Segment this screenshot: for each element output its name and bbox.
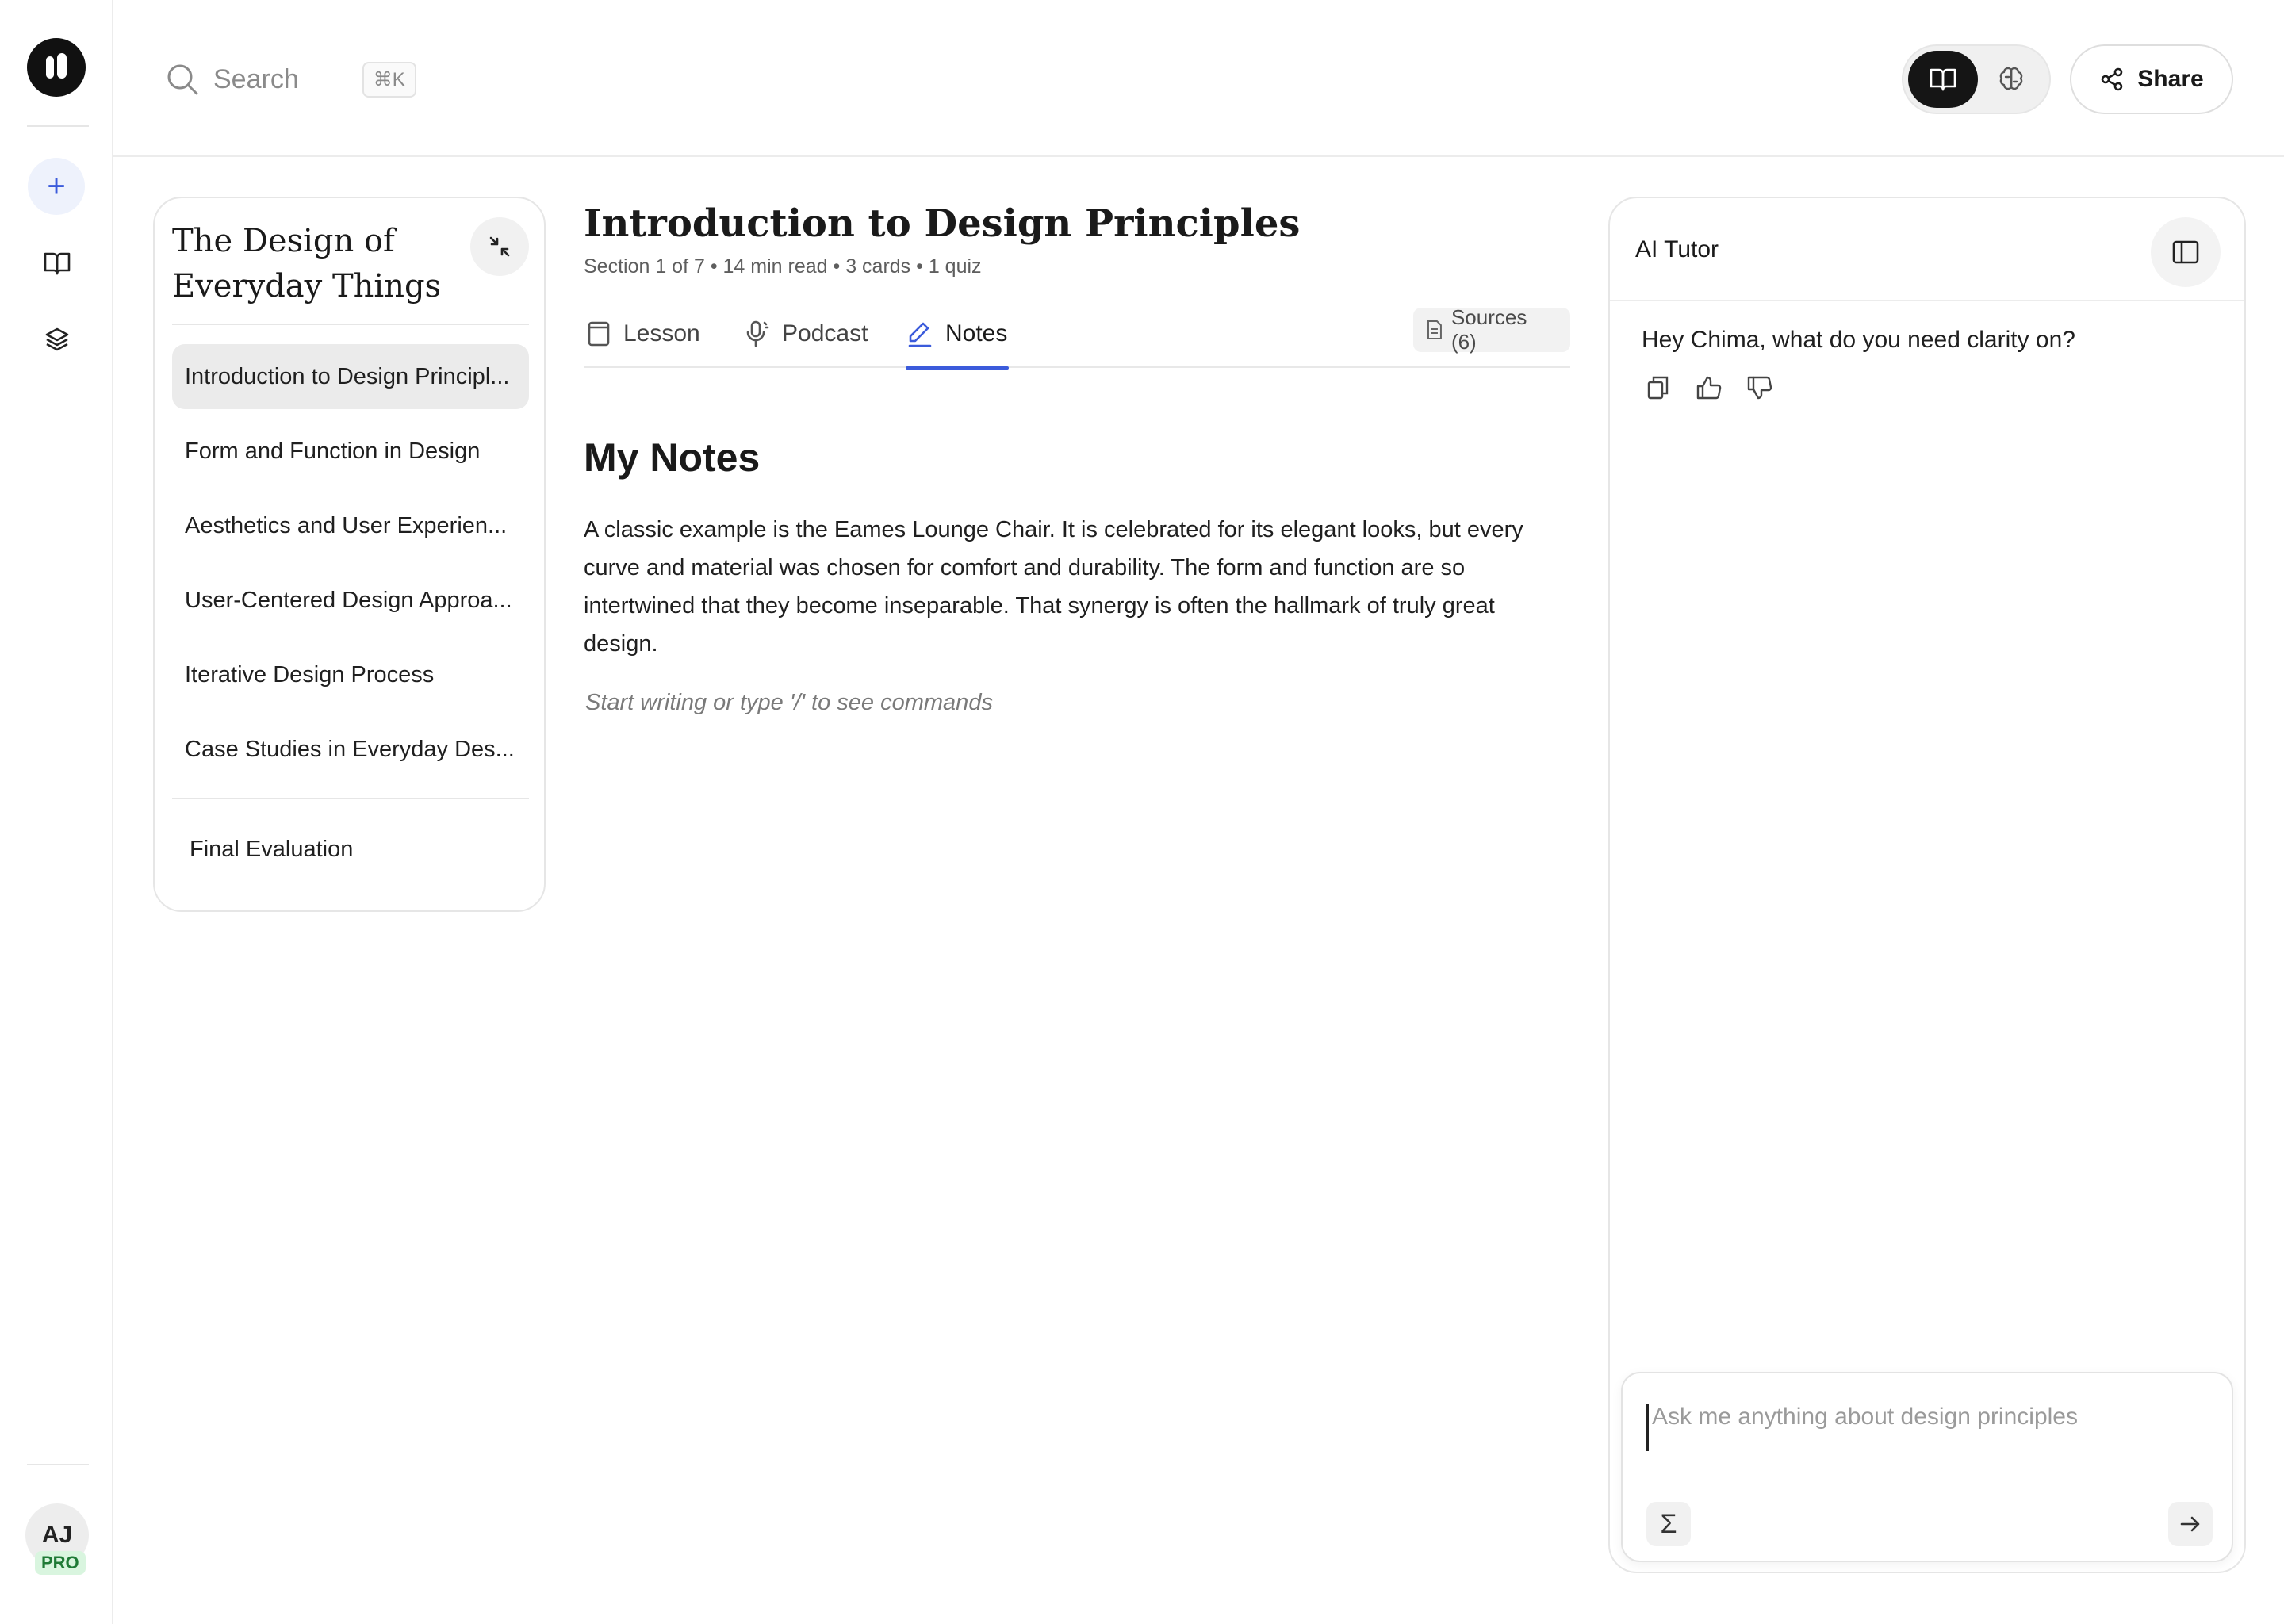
sources-label: Sources (6) [1450,305,1527,354]
brain-mode-button[interactable] [1976,51,2046,108]
sidebar-panel-icon [2172,240,2199,264]
section-label: Introduction to Design Principl... [185,363,510,389]
tab-label: Podcast [782,320,868,347]
read-mode-button[interactable] [1908,51,1978,108]
arrow-right-icon [2180,1516,2200,1532]
section-item-case-studies[interactable]: Case Studies in Everyday Des... [172,717,529,782]
section-label: Form and Function in Design [185,438,481,464]
logo-icon [46,53,67,79]
view-mode-toggle [1902,44,2051,114]
thumbs-up-icon [1696,376,1722,400]
ai-tutor-header: AI Tutor [1610,198,2244,301]
course-title: The Design of Everyday Things [172,223,442,304]
final-evaluation-label: Final Evaluation [190,836,354,862]
section-label: User-Centered Design Approa... [185,587,512,613]
search-label: Search [213,63,299,94]
microphone-icon [746,320,769,347]
tutor-composer: Σ [1621,1372,2233,1562]
top-bar: Search ⌘K Share [113,0,2284,157]
library-nav-button[interactable] [40,246,75,281]
share-button[interactable]: Share [2070,44,2233,114]
avatar-initials: AJ [41,1522,73,1548]
tutor-question-input[interactable] [1646,1404,2202,1451]
notes-editor-placeholder[interactable]: Start writing or type '/' to see command… [585,690,993,716]
section-label: Aesthetics and User Experien... [185,512,508,538]
notes-body-text[interactable]: A classic example is the Eames Lounge Ch… [584,511,1543,663]
tutor-greeting-message: Hey Chima, what do you need clarity on? [1642,327,2075,353]
tab-label: Lesson [623,320,700,347]
plus-icon: + [47,169,66,204]
tab-podcast[interactable]: Podcast [744,300,868,368]
pencil-icon [908,322,932,347]
sigma-icon: Σ [1660,1508,1677,1539]
thumbs-up-button[interactable] [1692,371,1726,404]
rail-divider [27,125,89,127]
copy-icon [1647,376,1669,400]
collapse-outline-button[interactable] [470,217,529,276]
outline-divider-bottom [172,798,529,799]
rail-divider-bottom [27,1464,89,1465]
app-logo[interactable] [27,38,86,97]
lesson-meta: Section 1 of 7 • 14 min read • 3 cards •… [584,255,982,278]
message-actions [1642,371,1776,404]
new-course-button[interactable]: + [28,158,85,215]
tab-label: Notes [945,320,1008,347]
ai-tutor-panel: AI Tutor Hey Chima, what do you need cla… [1608,197,2246,1573]
section-item-aesthetics[interactable]: Aesthetics and User Experien... [172,493,529,558]
layers-icon [45,327,69,351]
search-shortcut-badge: ⌘K [362,61,416,98]
thumbs-down-icon [1747,376,1772,400]
section-label: Iterative Design Process [185,661,435,688]
document-icon [1427,320,1442,339]
share-icon [2101,67,2123,91]
send-button[interactable] [2168,1502,2213,1546]
course-outline-card: The Design of Everyday Things Introducti… [153,197,546,912]
math-input-button[interactable]: Σ [1646,1502,1691,1546]
notes-heading: My Notes [584,435,761,480]
tab-notes[interactable]: Notes [905,300,1010,370]
tab-lesson[interactable]: Lesson [587,300,700,368]
section-label: Case Studies in Everyday Des... [185,736,515,762]
section-item-iterative[interactable]: Iterative Design Process [172,642,529,707]
left-rail: + AJ PRO [0,0,113,1624]
pro-badge: PRO [35,1551,86,1575]
layers-nav-button[interactable] [40,322,75,357]
section-item-user-centered[interactable]: User-Centered Design Approa... [172,568,529,633]
ai-tutor-title: AI Tutor [1635,236,1719,262]
search-trigger[interactable]: Search ⌘K [166,57,416,102]
final-evaluation-item[interactable]: Final Evaluation [172,817,529,882]
search-icon [167,64,198,95]
thumbs-down-button[interactable] [1743,371,1776,404]
lesson-title: Introduction to Design Principles [584,201,1301,246]
share-label: Share [2137,66,2204,92]
app-root: + AJ PRO Search ⌘K Share The Design of E… [0,0,2284,1624]
section-item-form-and-function[interactable]: Form and Function in Design [172,419,529,484]
sources-button[interactable]: Sources (6) [1413,305,1570,354]
book-icon [44,252,71,275]
section-item-introduction[interactable]: Introduction to Design Principl... [172,344,529,409]
book-open-icon [1930,68,1956,91]
copy-button[interactable] [1642,371,1675,404]
collapse-arrows-icon [489,236,510,257]
toggle-panel-button[interactable] [2151,217,2221,287]
brain-icon [1999,67,2023,90]
outline-divider [172,324,529,325]
book-icon [588,321,610,347]
